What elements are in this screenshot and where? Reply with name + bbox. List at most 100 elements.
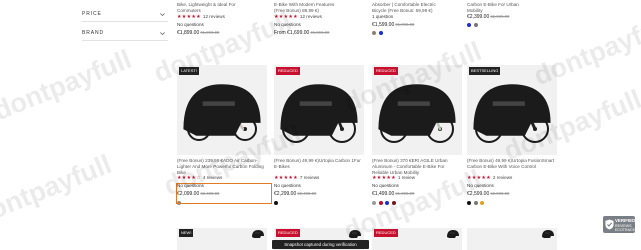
product-title[interactable]: (Free Bonus) 370 €ERI AGILE Urban Alumin… xyxy=(372,158,462,175)
product-questions: No questions xyxy=(372,183,399,188)
product-questions: No questions xyxy=(274,183,301,188)
color-swatch[interactable] xyxy=(378,201,383,205)
prev-product-swatches xyxy=(372,31,385,36)
product-reviews: 1 review xyxy=(397,175,416,180)
prev-product-swatches xyxy=(467,23,480,28)
prev-price-current: €2,399.00 xyxy=(467,14,490,20)
product-title[interactable]: (Free Bonus) 49,99 €)Urtopia Carbon 1Fur… xyxy=(274,158,364,170)
prev-price-current: €1,899.00 xyxy=(177,30,200,36)
helmet-icon xyxy=(183,84,261,136)
product-badge: Reduced xyxy=(374,229,398,237)
star-rating-icon: ★★★★★ xyxy=(177,14,201,20)
prev-product-rating: ★★★★★ 12 reviews xyxy=(274,14,322,20)
product-title[interactable]: (Free Bonus) 239,98 €ADO Air Carbon- Lig… xyxy=(177,158,267,175)
verified-reviews-badge[interactable]: VERIFIED REVIEWS ECOTRACE xyxy=(603,216,635,233)
product-badge: Reduced xyxy=(276,229,300,237)
product-price: €2,599.00€2,999.00 xyxy=(467,191,509,197)
product-swatches xyxy=(274,201,281,206)
prev-product-questions: No questions xyxy=(177,22,204,27)
price-current: €2,599.00 xyxy=(467,191,490,197)
color-swatch[interactable] xyxy=(372,31,376,35)
prev-product-title-line[interactable]: Carbon E-Bike For Urban xyxy=(467,2,557,8)
helmet-icon xyxy=(252,230,264,238)
prev-product-price: €1,599.00€1,999.00 xyxy=(372,22,414,28)
color-swatch[interactable] xyxy=(177,201,181,205)
product-questions: No questions xyxy=(467,183,494,188)
filter-brand-label: BRAND xyxy=(82,30,105,36)
filter-price[interactable]: PRICE xyxy=(82,10,168,22)
shield-check-icon xyxy=(605,219,614,230)
prev-product-questions: 1 question xyxy=(372,14,394,19)
star-rating-icon: ★★★★★ xyxy=(274,175,298,181)
color-swatch[interactable] xyxy=(467,201,471,205)
helmet-icon xyxy=(349,230,361,238)
chevron-down-icon xyxy=(160,32,165,36)
prev-product-title-line[interactable]: Commuters xyxy=(177,8,267,14)
helmet-icon xyxy=(378,84,456,136)
helmet-icon xyxy=(473,84,551,136)
color-swatch[interactable] xyxy=(467,23,471,27)
product-image[interactable]: Reduced xyxy=(274,65,364,155)
product-reviews: 7 reviews xyxy=(299,175,320,180)
color-swatch[interactable] xyxy=(473,201,478,205)
price-old: €2,999.00 xyxy=(490,191,510,196)
product-price: €2,099.00€2,499.00 xyxy=(177,191,219,197)
price-current: €2,099.00 xyxy=(177,191,200,197)
filter-sidebar: PRICE BRAND xyxy=(0,0,170,250)
product-price: €1,499.00€1,999.00 xyxy=(372,191,414,197)
prev-price-current: From €1,699.00 xyxy=(274,30,310,36)
product-rating: ★★★★☆ 4 reviews xyxy=(177,175,222,181)
product-image[interactable]: Reduced xyxy=(372,65,462,155)
color-swatch[interactable] xyxy=(378,31,383,35)
color-swatch[interactable] xyxy=(385,201,389,205)
prev-product-price: €2,399.00€2,999.00 xyxy=(467,14,509,20)
verified-provider: ECOTRACE xyxy=(615,228,635,232)
star-rating-icon: ★★★★★ xyxy=(467,175,491,181)
prev-product-questions: No questions xyxy=(274,22,301,27)
color-swatch[interactable] xyxy=(391,201,396,205)
product-card[interactable] xyxy=(467,228,557,250)
product-reviews: 2 reviews xyxy=(492,175,513,180)
product-rating: ★★★★★ 2 reviews xyxy=(467,175,512,181)
price-old: €2,499.00 xyxy=(200,191,220,196)
product-questions: No questions xyxy=(177,183,204,188)
prev-price-current: €1,599.00 xyxy=(372,22,395,28)
color-swatch[interactable] xyxy=(473,23,478,27)
prev-product-title-line[interactable]: (Free Bonus) 89,99 €) xyxy=(274,8,364,14)
product-title[interactable]: (Free Bonus) 49,99 €)Urtopia FusionSmart… xyxy=(467,158,557,170)
star-rating-icon: ★★★★★ xyxy=(372,175,396,181)
product-card[interactable]: NEW! xyxy=(177,228,267,250)
prev-product-title-line[interactable]: E-Bike With Modern Features xyxy=(274,2,364,8)
prev-product-title-line[interactable]: Bicycle (Free Bonus: 69,99 €) xyxy=(372,8,462,14)
product-swatches xyxy=(467,201,487,206)
prev-product-reviews: 12 reviews xyxy=(202,14,225,19)
chevron-down-icon xyxy=(160,13,165,17)
product-price: €2,299.00€2,499.00 xyxy=(274,191,316,197)
product-image[interactable]: Bestselling xyxy=(467,65,557,155)
product-swatches xyxy=(372,201,398,206)
star-rating-icon: ★★★★☆ xyxy=(177,175,201,181)
filter-price-label: PRICE xyxy=(82,11,102,17)
price-old: €1,999.00 xyxy=(395,191,415,196)
prev-product-price: €1,899.00€1,999.00 xyxy=(177,30,219,36)
color-swatch[interactable] xyxy=(274,201,278,205)
star-rating-icon: ★★★★★ xyxy=(274,14,298,20)
prev-product-title-line[interactable]: Bike, Lightweight & Ideal For xyxy=(177,2,267,8)
product-rating: ★★★★★ 7 reviews xyxy=(274,175,319,181)
filter-brand[interactable]: BRAND xyxy=(82,29,168,41)
color-swatch[interactable] xyxy=(372,201,376,205)
prev-product-rating: ★★★★★ 12 reviews xyxy=(177,14,225,20)
prev-product-title-line[interactable]: Absorber | Comfortable Electric xyxy=(372,2,462,8)
helmet-icon xyxy=(280,84,358,136)
product-badge: NEW! xyxy=(179,229,194,237)
product-image[interactable]: Latest! xyxy=(177,65,267,155)
prev-product-title-line[interactable]: Mobility xyxy=(467,8,557,14)
prev-product-price: From €1,699.00€1,999.00 xyxy=(274,30,329,36)
prev-product-reviews: 12 reviews xyxy=(299,14,322,19)
snapshot-notice: Snapshot captured during verification xyxy=(272,240,369,249)
prev-price-old: €1,999.00 xyxy=(310,30,330,35)
product-reviews: 4 reviews xyxy=(202,175,223,180)
color-swatch[interactable] xyxy=(480,201,484,205)
product-card[interactable]: Reduced xyxy=(372,228,462,250)
verified-label: VERIFIED xyxy=(615,218,636,223)
